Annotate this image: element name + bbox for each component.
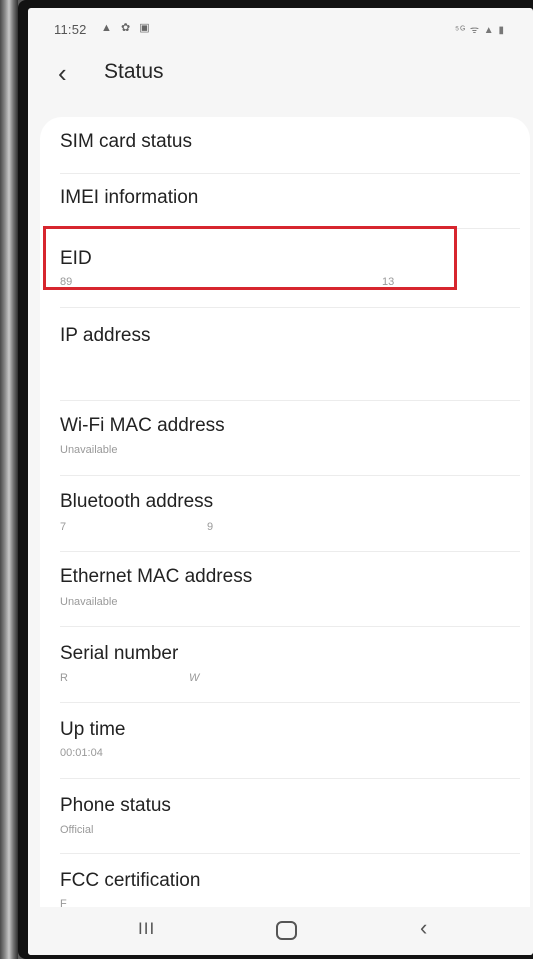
item-title: Phone status <box>60 795 171 816</box>
phone-left-edge <box>0 0 18 959</box>
list-item-ip-address[interactable]: IP address <box>40 308 530 386</box>
page-title: Status <box>104 60 164 83</box>
list-item-serial-number[interactable]: Serial number R W <box>40 627 530 702</box>
item-subtitle-end: 9 <box>207 521 214 533</box>
list-item-bluetooth-address[interactable]: Bluetooth address 7 9 <box>40 476 530 551</box>
redacted-value <box>60 353 440 383</box>
list-item-imei-information[interactable]: IMEI information <box>40 174 530 228</box>
list-item-phone-status[interactable]: Phone status Official <box>40 779 530 853</box>
status-bar: 11:52 ▲ ✿ ▣ ⁵ᴳ ᯤ ▲ ▮ <box>28 8 533 48</box>
list-item-wifi-mac-address[interactable]: Wi-Fi MAC address Unavailable <box>40 401 530 475</box>
nav-back-icon[interactable]: ‹ <box>420 915 427 941</box>
item-subtitle: Unavailable <box>60 444 118 456</box>
list-item-up-time[interactable]: Up time 00:01:04 <box>40 703 530 778</box>
phone-screen: 11:52 ▲ ✿ ▣ ⁵ᴳ ᯤ ▲ ▮ ‹ Status SIM card s… <box>28 8 533 955</box>
home-icon[interactable] <box>276 921 297 940</box>
item-subtitle: R <box>60 672 68 684</box>
item-title: Bluetooth address <box>60 491 214 512</box>
recent-apps-icon[interactable]: III <box>138 919 155 939</box>
item-title: Serial number <box>60 643 179 664</box>
item-title: Up time <box>60 719 126 740</box>
status-time: 11:52 <box>54 22 87 37</box>
item-subtitle: Official <box>60 824 94 836</box>
item-subtitle: 00:01:04 <box>60 747 103 759</box>
notification-icons: ▲ ✿ ▣ <box>101 22 153 34</box>
back-arrow-icon[interactable]: ‹ <box>58 59 84 89</box>
item-title: SIM card status <box>60 131 192 152</box>
item-title: FCC certification <box>60 870 201 891</box>
item-subtitle: 7 <box>60 521 67 533</box>
item-subtitle-end: W <box>189 672 200 684</box>
navigation-bar: III ‹ <box>28 907 533 955</box>
item-title: IP address <box>60 325 151 346</box>
item-title: Wi-Fi MAC address <box>60 415 225 436</box>
phone-frame: 11:52 ▲ ✿ ▣ ⁵ᴳ ᯤ ▲ ▮ ‹ Status SIM card s… <box>18 0 533 959</box>
item-subtitle: F <box>60 898 67 907</box>
item-subtitle: Unavailable <box>60 596 118 608</box>
list-item-ethernet-mac-address[interactable]: Ethernet MAC address Unavailable <box>40 552 530 626</box>
app-bar: ‹ Status <box>28 54 533 94</box>
eid-highlight-box <box>43 226 457 290</box>
list-item-sim-card-status[interactable]: SIM card status <box>40 117 530 173</box>
signal-battery-icons: ⁵ᴳ ᯤ ▲ ▮ <box>455 25 505 36</box>
list-item-fcc-certification[interactable]: FCC certification F <box>40 854 530 907</box>
item-title: IMEI information <box>60 187 199 208</box>
item-title: Ethernet MAC address <box>60 566 253 587</box>
